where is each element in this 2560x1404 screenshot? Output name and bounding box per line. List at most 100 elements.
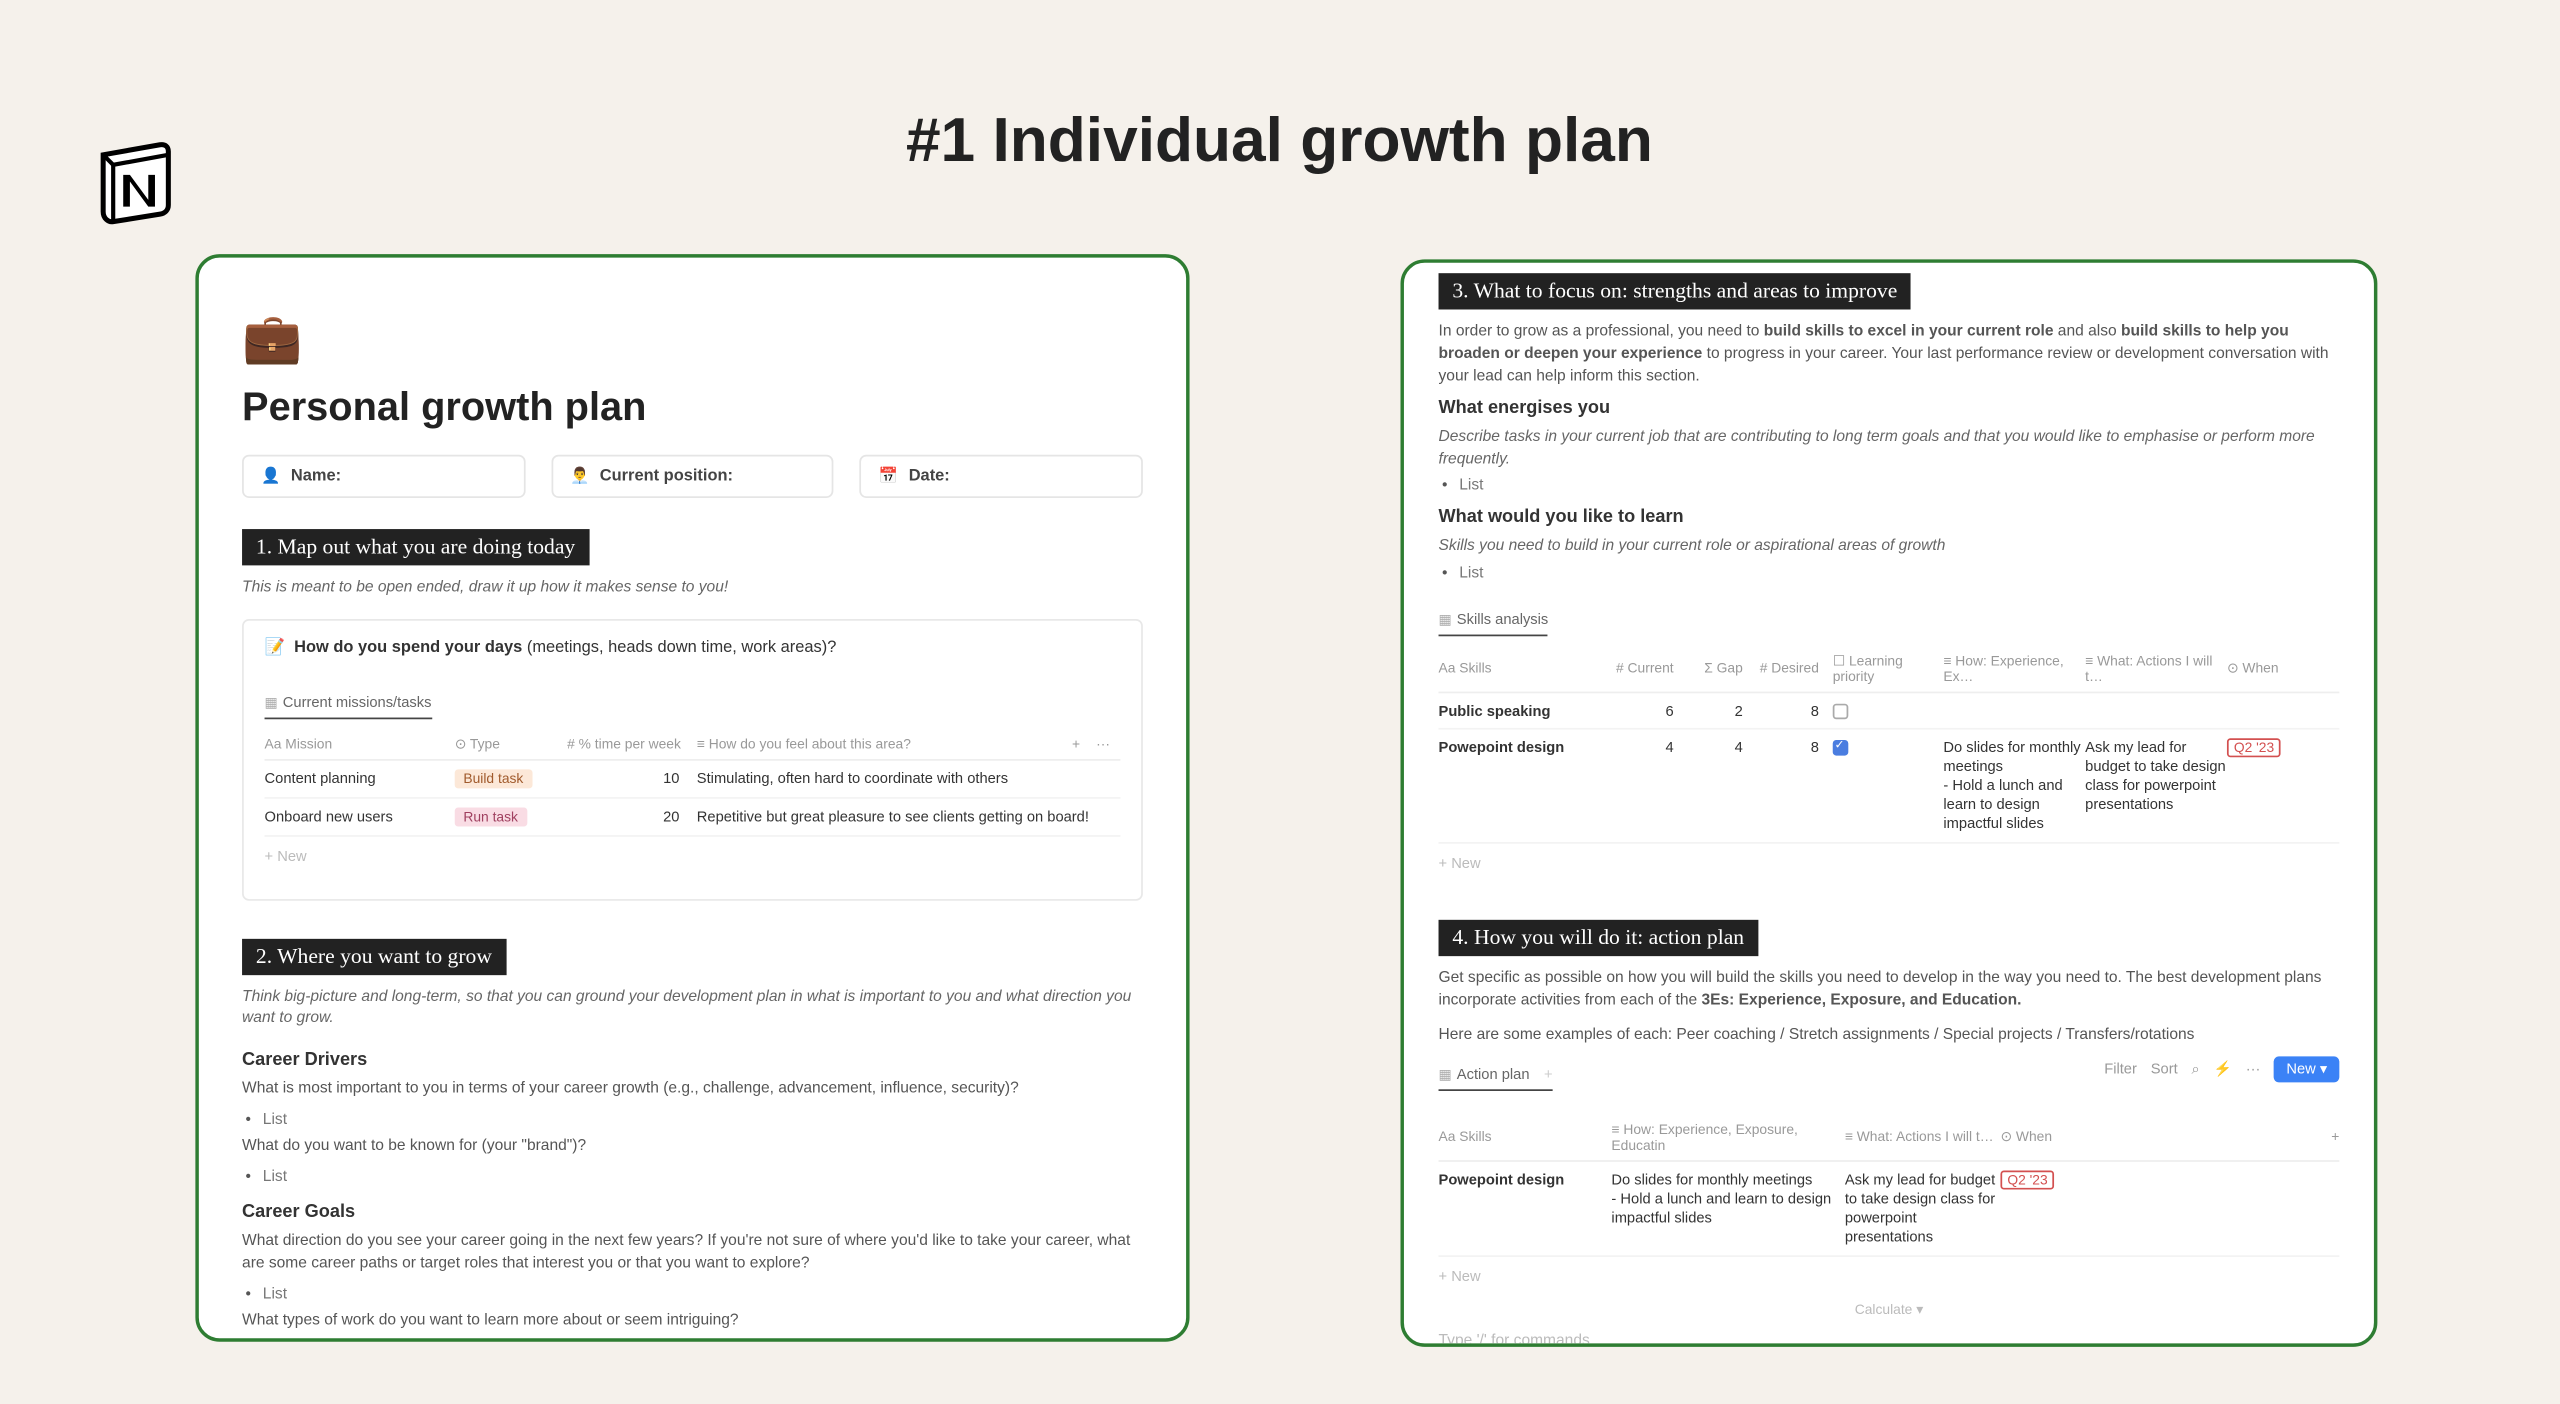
missions-new[interactable]: + New	[265, 836, 1121, 874]
energises-title: What energises you	[1439, 398, 2340, 419]
col-desired[interactable]: # Desired	[1743, 653, 1819, 684]
cell-current: 6	[1598, 702, 1674, 719]
zap-icon[interactable]: ⚡	[2214, 1059, 2232, 1078]
section2-desc: Think big-picture and long-term, so that…	[242, 985, 1143, 1029]
col-type[interactable]: ⊙ Type	[455, 736, 567, 752]
col-when[interactable]: ⊙ When	[2000, 1121, 2086, 1152]
col-percent[interactable]: # % time per week	[567, 736, 697, 752]
col-current[interactable]: # Current	[1598, 653, 1674, 684]
cell-when: Q2 '23	[2000, 1170, 2086, 1189]
col-mission[interactable]: Aa Mission	[265, 736, 455, 752]
col-plus[interactable]: +	[1072, 736, 1096, 752]
section4-desc: Get specific as possible on how you will…	[1439, 967, 2340, 1012]
cell-mission: Content planning	[265, 769, 455, 786]
cell-when: Q2 '23	[2227, 739, 2339, 758]
missions-tab[interactable]: ▦Current missions/tasks	[265, 693, 432, 719]
cell-skills: Powepoint design	[1439, 1170, 1612, 1187]
slash-prompt[interactable]: Type '/' for commands	[1439, 1324, 2340, 1347]
cell-what: Ask my lead for budget to take design cl…	[1845, 1170, 2001, 1246]
drivers-list1[interactable]: List	[242, 1110, 1143, 1127]
calendar-icon: 📅	[879, 467, 898, 486]
col-what[interactable]: ≡ What: Actions I will t…	[1845, 1121, 2001, 1152]
name-field[interactable]: 👤 Name:	[242, 455, 525, 498]
col-skills[interactable]: Aa Skills	[1439, 1121, 1612, 1152]
cell-percent: 20	[567, 807, 697, 824]
cell-feel: Repetitive but great pleasure to see cli…	[697, 807, 1121, 826]
cell-priority	[1819, 739, 1943, 757]
col-priority[interactable]: ☐ Learning priority	[1819, 653, 1943, 684]
grid-icon: ▦	[1439, 1066, 1452, 1082]
template-card-right: 3. What to focus on: strengths and areas…	[1400, 259, 2377, 1347]
learn-desc: Skills you need to build in your current…	[1439, 535, 2340, 557]
drivers-q1: What is most important to you in terms o…	[242, 1077, 1143, 1100]
position-field[interactable]: 👨‍💼 Current position:	[551, 455, 834, 498]
plus-icon[interactable]: +	[1544, 1064, 1553, 1081]
energises-desc: Describe tasks in your current job that …	[1439, 426, 2340, 470]
cell-how: Do slides for monthly meetings - Hold a …	[1943, 739, 2085, 835]
goals-q1: What direction do you see your career go…	[242, 1229, 1143, 1274]
section2-heading: 2. Where you want to grow	[242, 938, 506, 974]
sort-link[interactable]: Sort	[2151, 1060, 2178, 1077]
col-skills[interactable]: Aa Skills	[1439, 653, 1598, 684]
cell-gap: 4	[1674, 739, 1743, 756]
col-when[interactable]: ⊙ When	[2227, 653, 2339, 684]
cell-percent: 10	[567, 769, 697, 786]
table-row[interactable]: Powepoint designDo slides for monthly me…	[1439, 1161, 2340, 1256]
page-title: #1 Individual growth plan	[0, 104, 2559, 177]
grid-icon: ▦	[1439, 612, 1452, 628]
cell-desired: 8	[1743, 739, 1819, 756]
missions-table: Aa Mission ⊙ Type # % time per week ≡ Ho…	[265, 729, 1121, 874]
action-tab[interactable]: ▦Action plan +	[1439, 1064, 1553, 1090]
date-field[interactable]: 📅 Date:	[860, 455, 1143, 498]
section1-heading: 1. Map out what you are doing today	[242, 529, 589, 565]
skills-tab[interactable]: ▦Skills analysis	[1439, 610, 1549, 636]
template-card-left: 💼 Personal growth plan 👤 Name: 👨‍💼 Curre…	[195, 254, 1189, 1342]
cell-gap: 2	[1674, 702, 1743, 719]
col-how[interactable]: ≡ How: Experience, Exposure, Educatin	[1611, 1121, 1844, 1152]
search-icon[interactable]: ⌕	[2192, 1059, 2200, 1078]
cell-desired: 8	[1743, 702, 1819, 719]
drivers-title: Career Drivers	[242, 1049, 1143, 1070]
table-row[interactable]: Content planningBuild task10Stimulating,…	[265, 760, 1121, 798]
learn-list[interactable]: List	[1439, 564, 2340, 581]
skills-table: Aa Skills # Current Σ Gap # Desired ☐ Le…	[1439, 647, 2340, 883]
goals-q2: What types of work do you want to learn …	[242, 1309, 1143, 1332]
cell-how: Do slides for monthly meetings - Hold a …	[1611, 1170, 1844, 1227]
cell-feel: Stimulating, often hard to coordinate wi…	[697, 769, 1121, 788]
person-icon: 👤	[261, 467, 280, 486]
energises-list[interactable]: List	[1439, 476, 2340, 493]
col-how[interactable]: ≡ How: Experience, Ex…	[1943, 653, 2085, 684]
briefcase-icon: 💼	[242, 309, 1143, 366]
cell-current: 4	[1598, 739, 1674, 756]
filter-link[interactable]: Filter	[2104, 1060, 2137, 1077]
goals-list1[interactable]: List	[242, 1285, 1143, 1302]
section4-heading: 4. How you will do it: action plan	[1439, 921, 1758, 957]
person-suit-icon: 👨‍💼	[570, 467, 589, 486]
drivers-q2: What do you want to be known for (your "…	[242, 1134, 1143, 1157]
dots-icon[interactable]: ···	[2246, 1060, 2261, 1077]
checkbox-empty-icon[interactable]	[1833, 704, 1849, 720]
cell-type: Build task	[455, 769, 567, 788]
calculate-link[interactable]: Calculate ▾	[1439, 1295, 2340, 1324]
table-row[interactable]: Public speaking628	[1439, 693, 2340, 730]
col-gap[interactable]: Σ Gap	[1674, 653, 1743, 684]
date-label: Date:	[909, 467, 950, 486]
grid-icon: ▦	[265, 694, 278, 710]
col-dots[interactable]: ···	[1096, 736, 1120, 752]
note-icon: 📝	[265, 637, 285, 656]
col-what[interactable]: ≡ What: Actions I will t…	[2085, 653, 2227, 684]
action-new[interactable]: + New	[1439, 1257, 2340, 1295]
col-plus[interactable]: +	[2087, 1121, 2339, 1152]
table-row[interactable]: Powepoint design448Do slides for monthly…	[1439, 730, 2340, 845]
col-feel[interactable]: ≡ How do you feel about this area?	[697, 736, 1072, 752]
skills-new[interactable]: + New	[1439, 844, 2340, 882]
table-row[interactable]: Onboard new usersRun task20Repetitive bu…	[265, 798, 1121, 836]
section1-desc: This is meant to be open ended, draw it …	[242, 576, 1143, 598]
drivers-list2[interactable]: List	[242, 1167, 1143, 1184]
template-title: Personal growth plan	[242, 384, 1143, 431]
new-button[interactable]: New ▾	[2274, 1056, 2339, 1082]
goals-title: Career Goals	[242, 1202, 1143, 1223]
cell-skills: Public speaking	[1439, 702, 1598, 719]
section4-desc2: Here are some examples of each: Peer coa…	[1439, 1023, 2340, 1046]
checkbox-checked-icon[interactable]	[1833, 741, 1849, 757]
